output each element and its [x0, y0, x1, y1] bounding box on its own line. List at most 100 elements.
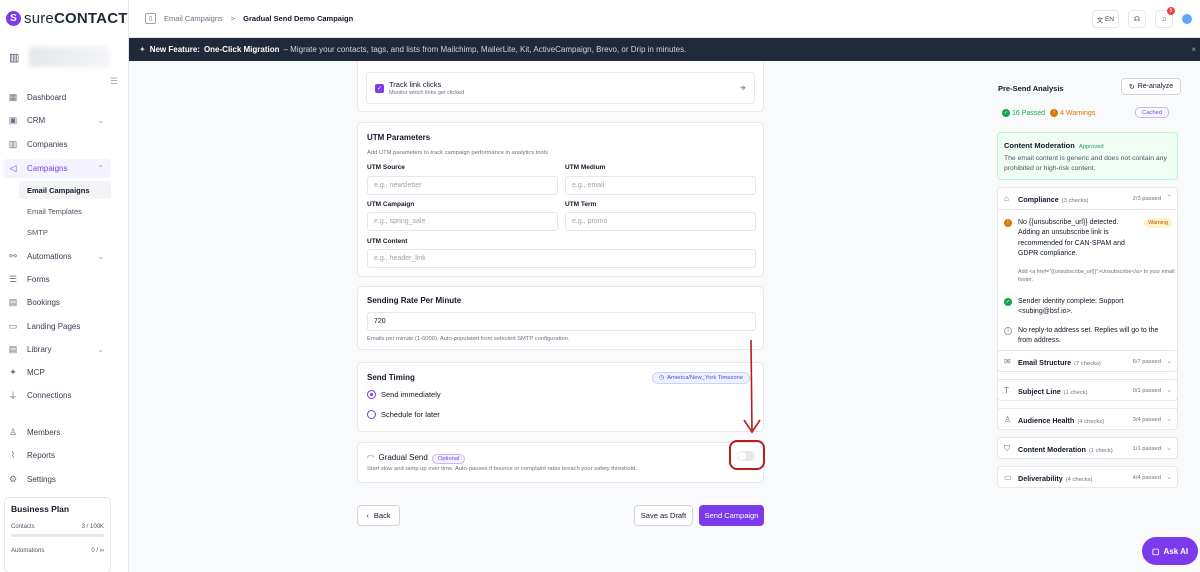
section-email-structure[interactable]: ✉ Email Structure (7 checks) 6/7 passed ⌄ — [997, 350, 1178, 372]
banner-text: – Migrate your contacts, tags, and lists… — [283, 45, 687, 54]
analysis-stats: ✓ 16 Passed ! 4 Warnings Cached — [1002, 107, 1180, 118]
utm-content-input[interactable]: e.g., header_link — [367, 249, 756, 268]
brand-icon[interactable] — [1182, 14, 1192, 24]
compliance-header[interactable]: ⌂ Compliance (3 checks) 2/3 passed ⌃ — [998, 188, 1177, 210]
sidebar-item-landing-pages[interactable]: ▭ Landing Pages — [3, 317, 111, 336]
track-clicks-sub: Monitor which links get clicked — [389, 90, 465, 96]
cached-badge: Cached — [1135, 107, 1169, 118]
warning-icon: ! — [1004, 219, 1012, 227]
sidebar-subitem-smtp[interactable]: SMTP — [19, 223, 111, 241]
workspace-switcher[interactable]: ▥ — [9, 47, 109, 67]
utm-source-input[interactable]: e.g., newsletter — [367, 176, 558, 195]
text-icon: T — [1004, 386, 1009, 395]
utm-campaign-input[interactable]: e.g., spring_sale — [367, 212, 558, 231]
compliance-check-sender: ✓ Sender identity complete: Support <sub… — [1004, 298, 1124, 316]
section-deliverability[interactable]: ▭ Deliverability (4 checks) 4/4 passed ⌄ — [997, 466, 1178, 488]
notifications-button[interactable]: ♫ 5 — [1155, 7, 1175, 28]
sending-rate-title: Sending Rate Per Minute — [367, 296, 462, 305]
save-draft-button[interactable]: Save as Draft — [634, 505, 693, 526]
utm-medium-label: UTM Medium — [565, 164, 606, 171]
sidebar-subitem-email-templates[interactable]: Email Templates — [19, 202, 111, 220]
automation-icon: ⚯ — [9, 251, 17, 261]
calendar-icon: ▤ — [8, 297, 18, 307]
sidebar-item-connections[interactable]: ⏚ Connections — [3, 386, 111, 405]
schedule-later-option[interactable]: Schedule for later — [367, 410, 440, 419]
utm-title: UTM Parameters — [367, 133, 431, 142]
compliance-check-unsubscribe: ! No {{unsubscribe_url}} detected. Addin… — [1004, 218, 1175, 286]
section-subject-line[interactable]: T Subject Line (1 check) 0/1 passed ⌄ — [997, 379, 1178, 401]
sidebar-item-members[interactable]: ♙ Members — [3, 423, 111, 442]
users-icon: ♙ — [1004, 415, 1012, 424]
logo-text: sureCONTACT — [24, 10, 128, 27]
reanalyze-button[interactable]: ↻ Re-analyze — [1121, 78, 1181, 95]
sidebar-item-forms[interactable]: ☰ Forms — [3, 270, 111, 289]
sidebar-toggle-icon[interactable]: ▯ — [145, 13, 156, 24]
warning-icon: ! — [1050, 109, 1059, 117]
clock-icon: ◷ — [659, 375, 665, 381]
ask-ai-button[interactable]: ▢ Ask AI — [1142, 537, 1198, 565]
schedule-later-radio[interactable] — [367, 410, 376, 419]
breadcrumb-separator: > — [230, 14, 236, 23]
banner-prefix: New Feature: — [149, 45, 200, 54]
building-icon: ▥ — [8, 139, 18, 149]
sidebar-item-companies[interactable]: ▥ Companies — [3, 135, 111, 154]
banner-feature[interactable]: One-Click Migration — [204, 45, 280, 54]
chevron-left-icon: ‹ — [366, 511, 369, 520]
gradual-send-title-row: ◠ Gradual Send Optional — [367, 453, 466, 464]
section-audience-health[interactable]: ♙ Audience Health (4 checks) 3/4 passed ⌄ — [997, 408, 1178, 430]
utm-term-input[interactable]: e.g., promo — [565, 212, 756, 231]
sidebar-subitem-email-campaigns[interactable]: Email Campaigns — [19, 181, 111, 199]
chevron-up-icon: ⌃ — [97, 164, 104, 173]
send-campaign-button[interactable]: Send Campaign — [699, 505, 764, 526]
sending-rate-input[interactable]: 720 — [367, 312, 756, 331]
sidebar: S sureCONTACT ▥ ☰ ▦ Dashboard ▣ CRM ⌄ ▥ Comp… — [0, 0, 129, 572]
dashboard-icon: ▦ — [8, 92, 18, 102]
chevron-down-icon: ⌄ — [1166, 474, 1172, 481]
close-icon[interactable]: × — [1191, 45, 1196, 54]
feature-banner: ✦ New Feature: One-Click Migration – Mig… — [129, 38, 1200, 61]
sparkle-icon: ✦ — [139, 45, 146, 54]
section-content-moderation[interactable]: ⛉ Content Moderation (1 check) 1/1 passed… — [997, 437, 1178, 459]
passed-count: ✓ 16 Passed — [1002, 109, 1046, 117]
annotation-circle — [729, 440, 765, 470]
warning-badge: Warning — [1144, 218, 1172, 228]
send-timing-title: Send Timing — [367, 373, 415, 382]
plan-contacts-row: Contacts 3 / 100K — [11, 524, 104, 530]
sidebar-item-mcp[interactable]: ✦ MCP — [3, 363, 111, 382]
sidebar-item-reports[interactable]: ⌇ Reports — [3, 446, 111, 465]
megaphone-icon: ◁ — [9, 163, 17, 173]
sidebar-collapse-icon[interactable]: ☰ — [110, 76, 118, 87]
annotation-arrow-icon — [743, 339, 761, 434]
support-button[interactable]: ☊ — [1128, 10, 1146, 28]
send-immediately-radio[interactable] — [367, 390, 376, 399]
utm-card: UTM Parameters Add UTM parameters to tra… — [357, 122, 764, 277]
sidebar-item-automations[interactable]: ⚯ Automations ⌄ — [3, 247, 111, 266]
chevron-down-icon: ⌄ — [97, 116, 104, 125]
sidebar-item-settings[interactable]: ⚙ Settings — [3, 470, 111, 489]
library-icon: ▤ — [8, 344, 18, 354]
content-moderation-summary: Content Moderation Approved The email con… — [997, 132, 1178, 180]
back-button[interactable]: ‹ Back — [357, 505, 400, 526]
sending-rate-helper: Emails per minute (1-6000). Auto-populat… — [367, 336, 570, 342]
utm-source-label: UTM Source — [367, 164, 405, 171]
send-immediately-option[interactable]: Send immediately — [367, 390, 441, 399]
track-clicks-checkbox[interactable]: ✓ — [375, 84, 384, 93]
click-cursor-icon: ⌖ — [740, 83, 746, 94]
utm-medium-input[interactable]: e.g., email — [565, 176, 756, 195]
sidebar-item-campaigns[interactable]: ◁ Campaigns ⌃ — [3, 159, 111, 178]
sidebar-item-crm[interactable]: ▣ CRM ⌄ — [3, 111, 111, 130]
approved-badge: Approved — [1078, 144, 1104, 150]
language-button[interactable]: 文 EN — [1091, 10, 1119, 28]
sidebar-item-library[interactable]: ▤ Library ⌄ — [3, 340, 111, 359]
compliance-check-reply-to: i No reply-to address set. Replies will … — [1004, 326, 1174, 348]
sidebar-item-bookings[interactable]: ▤ Bookings — [3, 293, 111, 312]
breadcrumb-email-campaigns[interactable]: Email Campaigns — [164, 14, 223, 23]
plan-automations-row: Automations 0 / ∞ — [11, 548, 104, 554]
gradual-send-card: ◠ Gradual Send Optional Start slow and ra… — [357, 442, 764, 483]
track-link-clicks-option[interactable]: ✓ Track link clicks Monitor which links … — [366, 72, 755, 104]
logo[interactable]: S sureCONTACT — [6, 10, 128, 27]
utm-helper: Add UTM parameters to track campaign per… — [367, 150, 549, 156]
topbar-actions: 文 EN ☊ ♫ 5 — [1091, 7, 1192, 28]
sidebar-item-dashboard[interactable]: ▦ Dashboard — [3, 88, 111, 107]
form-icon: ☰ — [8, 274, 18, 284]
